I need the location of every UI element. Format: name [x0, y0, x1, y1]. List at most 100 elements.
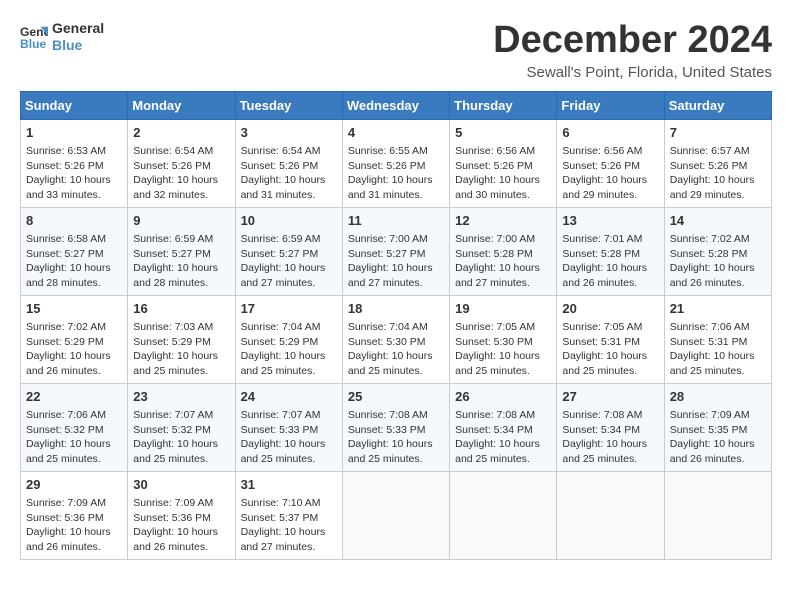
day-info-line: Daylight: 10 hours — [348, 349, 444, 364]
calendar-day-cell: 23Sunrise: 7:07 AMSunset: 5:32 PMDayligh… — [128, 383, 235, 471]
day-info-line: and 25 minutes. — [455, 364, 551, 379]
day-info-line: Sunrise: 7:08 AM — [455, 408, 551, 423]
calendar-day-cell: 22Sunrise: 7:06 AMSunset: 5:32 PMDayligh… — [21, 383, 128, 471]
day-info-line: Sunrise: 7:07 AM — [241, 408, 337, 423]
day-info-line: Sunset: 5:28 PM — [562, 247, 658, 262]
day-info-line: Sunrise: 6:56 AM — [455, 144, 551, 159]
day-info-line: Daylight: 10 hours — [26, 437, 122, 452]
calendar-day-cell: 9Sunrise: 6:59 AMSunset: 5:27 PMDaylight… — [128, 207, 235, 295]
day-info-line: and 26 minutes. — [562, 276, 658, 291]
day-info-line: and 28 minutes. — [133, 276, 229, 291]
day-info-line: Sunrise: 6:58 AM — [26, 232, 122, 247]
svg-text:Blue: Blue — [20, 37, 47, 51]
calendar-day-cell: 3Sunrise: 6:54 AMSunset: 5:26 PMDaylight… — [235, 119, 342, 207]
day-info-line: Sunset: 5:26 PM — [26, 159, 122, 174]
day-number: 8 — [26, 212, 122, 230]
day-number: 21 — [670, 300, 766, 318]
day-number: 15 — [26, 300, 122, 318]
calendar-day-cell: 2Sunrise: 6:54 AMSunset: 5:26 PMDaylight… — [128, 119, 235, 207]
day-info-line: and 30 minutes. — [455, 188, 551, 203]
calendar-day-cell: 14Sunrise: 7:02 AMSunset: 5:28 PMDayligh… — [664, 207, 771, 295]
day-number: 10 — [241, 212, 337, 230]
day-info-line: Sunset: 5:35 PM — [670, 423, 766, 438]
day-info-line: Sunset: 5:27 PM — [133, 247, 229, 262]
day-info-line: and 25 minutes. — [26, 452, 122, 467]
day-info-line: Sunset: 5:31 PM — [670, 335, 766, 350]
day-info-line: Sunset: 5:30 PM — [455, 335, 551, 350]
calendar-day-cell: 4Sunrise: 6:55 AMSunset: 5:26 PMDaylight… — [342, 119, 449, 207]
calendar-week-row: 15Sunrise: 7:02 AMSunset: 5:29 PMDayligh… — [21, 295, 772, 383]
day-number: 27 — [562, 388, 658, 406]
day-info-line: Sunset: 5:33 PM — [241, 423, 337, 438]
day-number: 29 — [26, 476, 122, 494]
weekday-header: Tuesday — [235, 91, 342, 119]
day-info-line: Daylight: 10 hours — [241, 349, 337, 364]
weekday-header: Thursday — [450, 91, 557, 119]
day-info-line: Sunset: 5:29 PM — [241, 335, 337, 350]
calendar-day-cell: 8Sunrise: 6:58 AMSunset: 5:27 PMDaylight… — [21, 207, 128, 295]
calendar-day-cell: 29Sunrise: 7:09 AMSunset: 5:36 PMDayligh… — [21, 471, 128, 559]
day-info-line: and 26 minutes. — [670, 276, 766, 291]
calendar-table: SundayMondayTuesdayWednesdayThursdayFrid… — [20, 91, 772, 560]
logo-icon: General Blue — [20, 23, 48, 51]
day-number: 30 — [133, 476, 229, 494]
day-info-line: Sunset: 5:33 PM — [348, 423, 444, 438]
day-info-line: Sunset: 5:26 PM — [348, 159, 444, 174]
calendar-day-cell: 15Sunrise: 7:02 AMSunset: 5:29 PMDayligh… — [21, 295, 128, 383]
calendar-subtitle: Sewall's Point, Florida, United States — [493, 64, 772, 81]
calendar-day-cell — [557, 471, 664, 559]
day-info-line: Sunset: 5:34 PM — [455, 423, 551, 438]
day-number: 16 — [133, 300, 229, 318]
day-info-line: Daylight: 10 hours — [241, 437, 337, 452]
day-info-line: Daylight: 10 hours — [562, 349, 658, 364]
day-info-line: Sunrise: 7:00 AM — [455, 232, 551, 247]
calendar-day-cell: 25Sunrise: 7:08 AMSunset: 5:33 PMDayligh… — [342, 383, 449, 471]
day-info-line: Daylight: 10 hours — [241, 173, 337, 188]
day-info-line: Sunrise: 7:02 AM — [670, 232, 766, 247]
calendar-day-cell: 6Sunrise: 6:56 AMSunset: 5:26 PMDaylight… — [557, 119, 664, 207]
page-header: General Blue General Blue December 2024 … — [20, 20, 772, 81]
weekday-header: Saturday — [664, 91, 771, 119]
day-info-line: Sunrise: 6:54 AM — [241, 144, 337, 159]
day-info-line: Sunset: 5:26 PM — [670, 159, 766, 174]
day-info-line: Daylight: 10 hours — [133, 349, 229, 364]
day-info-line: Sunset: 5:36 PM — [133, 511, 229, 526]
day-info-line: Sunset: 5:27 PM — [241, 247, 337, 262]
day-info-line: and 25 minutes. — [348, 452, 444, 467]
logo: General Blue General Blue — [20, 20, 104, 54]
day-info-line: Sunrise: 7:05 AM — [455, 320, 551, 335]
day-info-line: Sunrise: 6:56 AM — [562, 144, 658, 159]
day-info-line: and 25 minutes. — [241, 364, 337, 379]
calendar-title: December 2024 — [493, 20, 772, 62]
weekday-header: Wednesday — [342, 91, 449, 119]
day-info-line: Daylight: 10 hours — [455, 437, 551, 452]
logo-line2: Blue — [52, 37, 104, 54]
day-info-line: Sunrise: 7:09 AM — [670, 408, 766, 423]
day-number: 31 — [241, 476, 337, 494]
calendar-day-cell: 13Sunrise: 7:01 AMSunset: 5:28 PMDayligh… — [557, 207, 664, 295]
day-number: 5 — [455, 124, 551, 142]
day-number: 17 — [241, 300, 337, 318]
day-info-line: Sunset: 5:26 PM — [562, 159, 658, 174]
day-info-line: Daylight: 10 hours — [670, 437, 766, 452]
day-info-line: and 26 minutes. — [26, 364, 122, 379]
day-info-line: and 26 minutes. — [670, 452, 766, 467]
day-info-line: and 28 minutes. — [26, 276, 122, 291]
calendar-day-cell: 26Sunrise: 7:08 AMSunset: 5:34 PMDayligh… — [450, 383, 557, 471]
day-info-line: Sunrise: 7:08 AM — [348, 408, 444, 423]
day-info-line: and 25 minutes. — [133, 452, 229, 467]
day-number: 25 — [348, 388, 444, 406]
day-info-line: Daylight: 10 hours — [133, 437, 229, 452]
calendar-day-cell: 1Sunrise: 6:53 AMSunset: 5:26 PMDaylight… — [21, 119, 128, 207]
day-info-line: and 25 minutes. — [562, 452, 658, 467]
day-info-line: Daylight: 10 hours — [562, 437, 658, 452]
day-info-line: Sunrise: 7:07 AM — [133, 408, 229, 423]
day-info-line: Daylight: 10 hours — [133, 525, 229, 540]
day-number: 23 — [133, 388, 229, 406]
day-info-line: and 25 minutes. — [348, 364, 444, 379]
day-number: 9 — [133, 212, 229, 230]
calendar-day-cell: 28Sunrise: 7:09 AMSunset: 5:35 PMDayligh… — [664, 383, 771, 471]
day-info-line: Daylight: 10 hours — [26, 525, 122, 540]
calendar-day-cell: 19Sunrise: 7:05 AMSunset: 5:30 PMDayligh… — [450, 295, 557, 383]
day-info-line: Sunrise: 7:08 AM — [562, 408, 658, 423]
